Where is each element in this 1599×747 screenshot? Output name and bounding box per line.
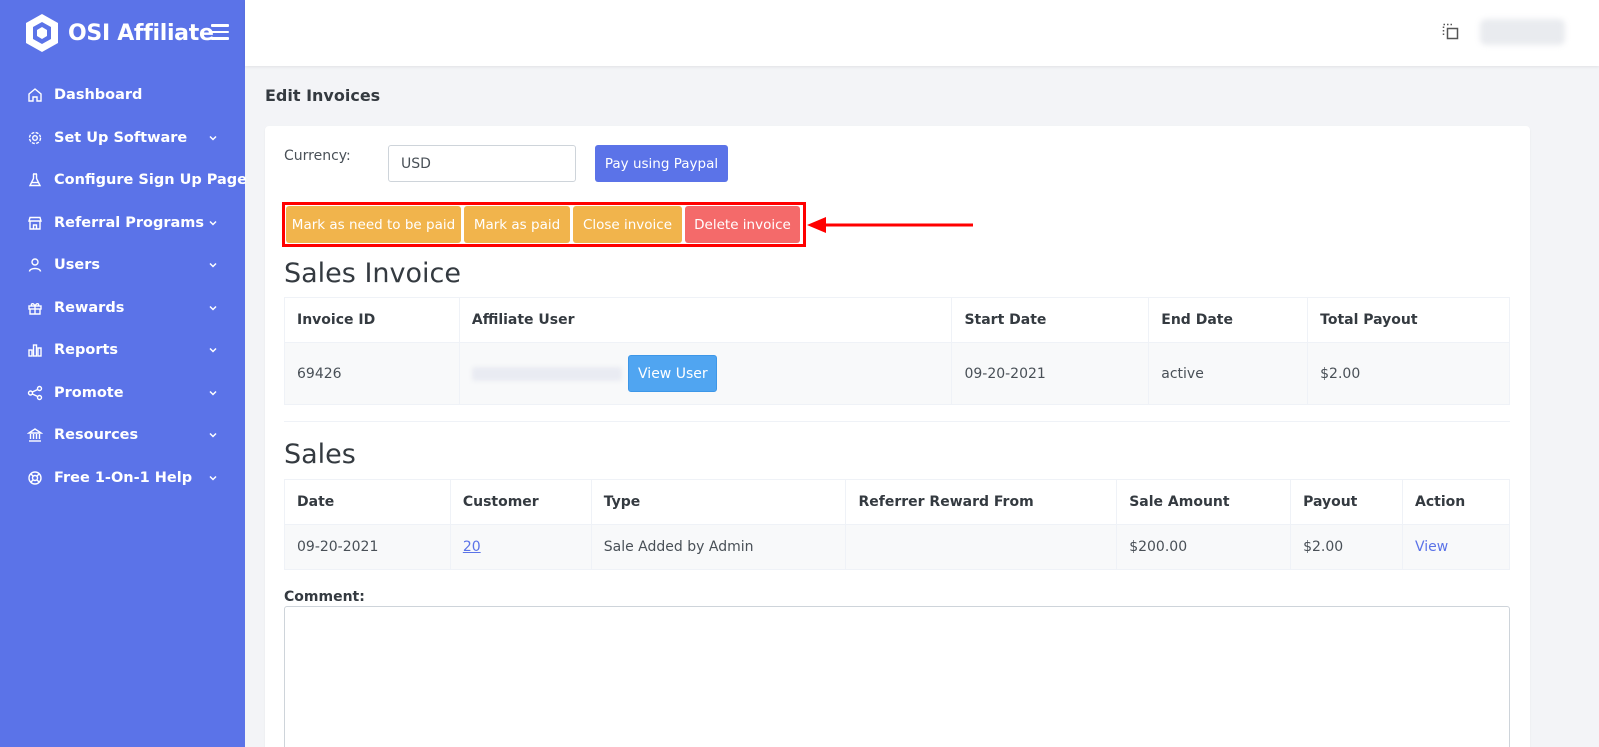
sidebar-item-resources[interactable]: Resources — [0, 414, 245, 457]
customer-link[interactable]: 20 — [463, 539, 481, 555]
invoice-id-cell: 69426 — [284, 342, 460, 405]
column-header: End Date — [1148, 297, 1309, 343]
column-header: Sale Amount — [1116, 479, 1292, 525]
sidebar-item-free-help[interactable]: Free 1-On-1 Help — [0, 457, 245, 500]
gift-icon — [28, 302, 42, 315]
sidebar-item-label: Rewards — [54, 299, 125, 316]
sidebar-item-reports[interactable]: Reports — [0, 329, 245, 372]
menu-toggle-icon[interactable] — [211, 24, 229, 40]
divider — [284, 421, 1510, 422]
sidebar: OSI Affiliate Dashboard Set Up Software … — [0, 0, 248, 747]
sale-date-cell: 09-20-2021 — [284, 524, 451, 570]
brand-name: OSI Affiliate — [68, 20, 214, 46]
type-cell: Sale Added by Admin — [590, 524, 847, 570]
column-header: Action — [1402, 479, 1510, 525]
column-header: Date — [284, 479, 451, 525]
mark-as-paid-button[interactable]: Mark as paid — [464, 206, 570, 243]
user-avatar[interactable] — [1480, 19, 1565, 45]
sidebar-item-users[interactable]: Users — [0, 244, 245, 287]
start-date-cell: 09-20-2021 — [951, 342, 1150, 405]
sidebar-item-label: Dashboard — [54, 87, 143, 104]
sales-invoice-title: Sales Invoice — [284, 258, 461, 289]
payout-cell: $2.00 — [1290, 524, 1403, 570]
store-icon — [28, 216, 42, 230]
table-row: 69426 View User 09-20-2021 active $2.00 — [284, 342, 1510, 405]
sidebar-item-configure-sign-up-page[interactable]: Configure Sign Up Page — [0, 159, 248, 202]
table-row: 09-20-2021 20 Sale Added by Admin $200.0… — [284, 524, 1510, 570]
column-header: Type — [590, 479, 847, 525]
column-header: Affiliate User — [458, 297, 953, 343]
annotation-arrow-icon — [807, 217, 973, 233]
column-header: Referrer Reward From — [845, 479, 1118, 525]
column-header: Payout — [1290, 479, 1403, 525]
lifebuoy-icon — [28, 471, 42, 485]
sidebar-item-label: Configure Sign Up Page — [54, 172, 248, 189]
sales-title: Sales — [284, 439, 356, 470]
sidebar-item-label: Free 1-On-1 Help — [54, 469, 193, 486]
chevron-down-icon — [209, 220, 217, 226]
affiliate-user-redacted — [471, 366, 622, 381]
sidebar-item-set-up-software[interactable]: Set Up Software — [0, 117, 245, 160]
chevron-down-icon — [209, 390, 217, 396]
table-header-row: Invoice ID Affiliate User Start Date End… — [284, 297, 1510, 343]
sidebar-item-label: Referral Programs — [54, 214, 205, 231]
sales-invoice-table: Invoice ID Affiliate User Start Date End… — [284, 297, 1510, 405]
chevron-down-icon — [209, 433, 217, 438]
bank-icon — [27, 428, 43, 442]
affiliate-user-cell: View User — [458, 342, 953, 405]
sidebar-item-label: Reports — [54, 342, 119, 359]
brand-logo-icon — [26, 14, 58, 52]
bar-chart-icon — [28, 344, 42, 357]
currency-label: Currency: — [284, 148, 351, 164]
chevron-down-icon — [209, 475, 217, 481]
topbar — [245, 0, 1599, 66]
view-user-button[interactable]: View User — [628, 355, 718, 392]
sales-table: Date Customer Type Referrer Reward From … — [284, 479, 1510, 570]
page-title: Edit Invoices — [265, 86, 381, 105]
table-header-row: Date Customer Type Referrer Reward From … — [284, 479, 1510, 525]
customer-cell: 20 — [449, 524, 592, 570]
share-icon — [27, 385, 43, 400]
column-header: Total Payout — [1307, 297, 1510, 343]
comment-label: Comment: — [284, 589, 365, 605]
action-cell: View — [1402, 524, 1510, 570]
sidebar-item-label: Users — [54, 257, 101, 274]
end-date-cell: active — [1148, 342, 1309, 405]
chevron-down-icon — [209, 305, 217, 311]
sidebar-item-rewards[interactable]: Rewards — [0, 287, 245, 330]
invoice-card: Currency: Pay using Paypal Mark as need … — [265, 126, 1530, 747]
column-header: Invoice ID — [284, 297, 460, 343]
brand[interactable]: OSI Affiliate — [24, 12, 214, 54]
column-header: Start Date — [951, 297, 1150, 343]
total-payout-cell: $2.00 — [1307, 342, 1510, 405]
comment-textarea[interactable] — [284, 606, 1510, 747]
user-icon — [28, 258, 42, 272]
close-invoice-button[interactable]: Close invoice — [573, 206, 682, 243]
mark-as-need-to-be-paid-button[interactable]: Mark as need to be paid — [286, 206, 461, 243]
sale-amount-cell: $200.00 — [1116, 524, 1292, 570]
delete-invoice-button[interactable]: Delete invoice — [685, 206, 800, 243]
sidebar-item-label: Resources — [54, 427, 139, 444]
gear-icon — [28, 131, 42, 144]
pay-using-paypal-button[interactable]: Pay using Paypal — [595, 145, 728, 182]
chevron-down-icon — [209, 135, 217, 141]
column-header: Customer — [449, 479, 592, 525]
sidebar-item-referral-programs[interactable]: Referral Programs — [0, 202, 245, 245]
sidebar-item-label: Promote — [54, 384, 124, 401]
referrer-reward-from-cell — [845, 524, 1118, 570]
sidebar-menu: Dashboard Set Up Software Configure Sign… — [0, 74, 248, 500]
flask-icon — [28, 173, 42, 187]
chevron-down-icon — [209, 348, 217, 353]
currency-input[interactable] — [388, 145, 576, 182]
view-sale-link[interactable]: View — [1415, 539, 1448, 555]
home-icon — [28, 88, 42, 102]
fullscreen-icon[interactable] — [1441, 22, 1461, 42]
sidebar-item-promote[interactable]: Promote — [0, 372, 245, 415]
sidebar-item-label: Set Up Software — [54, 129, 188, 146]
sidebar-item-dashboard[interactable]: Dashboard — [0, 74, 245, 117]
chevron-down-icon — [209, 263, 217, 268]
